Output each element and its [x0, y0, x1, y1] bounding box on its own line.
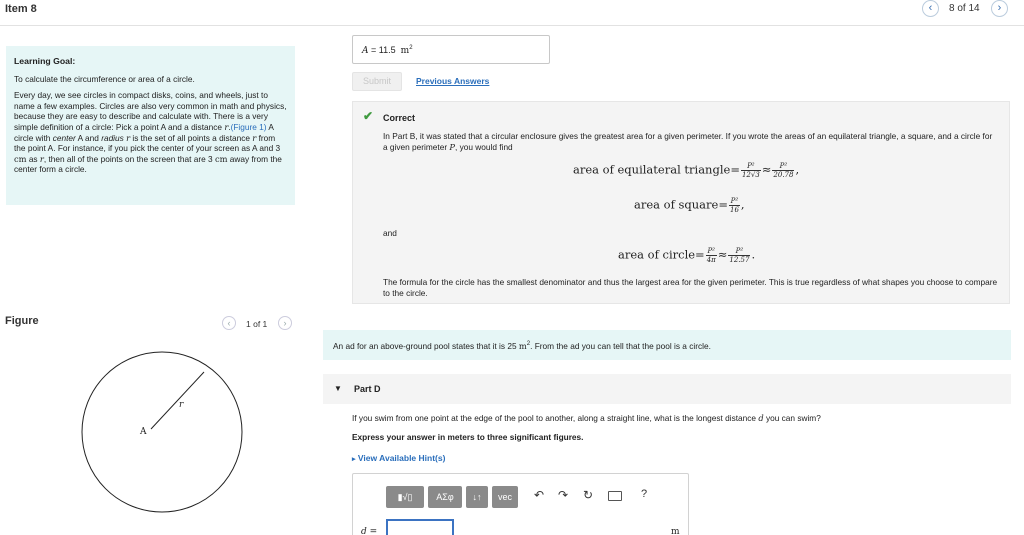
circle-area-equation: area of circle= P² 4π ≈ P² 12.57.: [618, 247, 756, 264]
radius-label: r: [179, 400, 184, 410]
keyboard-icon[interactable]: [608, 491, 622, 501]
answer-variable-label: d =: [361, 527, 378, 535]
problem-statement-text: An ad for an above-ground pool states th…: [333, 341, 711, 351]
caret-right-icon: ▸: [352, 456, 356, 463]
greek-symbols-button[interactable]: ΑΣφ: [428, 486, 462, 508]
feedback-text: In Part B, it was stated that a circular…: [383, 131, 993, 152]
previous-answer-box: A = 11.5 m2: [352, 35, 550, 64]
part-d-header[interactable]: ▼ Part D: [323, 374, 1011, 404]
part-d-title: Part D: [354, 384, 381, 394]
figure-counter: 1 of 1: [246, 319, 268, 329]
radius-line: [150, 371, 205, 430]
correct-label: Correct: [383, 113, 416, 123]
vector-button[interactable]: vec: [492, 486, 518, 508]
item-counter: 8 of 14: [949, 3, 980, 14]
and-text: and: [383, 228, 397, 238]
circle-figure: A r: [81, 351, 243, 513]
item-title: Item 8: [5, 3, 37, 15]
next-item-button[interactable]: ›: [991, 0, 1008, 17]
answer-input[interactable]: [386, 519, 454, 535]
figure-next-button[interactable]: ›: [278, 316, 292, 330]
redo-icon[interactable]: ↷: [558, 488, 568, 502]
help-icon[interactable]: ?: [641, 488, 647, 500]
learning-goal-body: Every day, we see circles in compact dis…: [14, 90, 287, 175]
templates-button[interactable]: ▮√▯: [386, 486, 424, 508]
circle-outline: [81, 351, 243, 513]
view-hints-link[interactable]: ▸ View Available Hint(s): [352, 453, 445, 463]
center-label: A: [139, 427, 147, 437]
figure-label: Figure: [5, 315, 39, 327]
part-d-instruction: Express your answer in meters to three s…: [352, 432, 584, 442]
learning-goal-heading: Learning Goal:: [14, 56, 76, 66]
chevron-left-icon: ‹: [227, 318, 231, 328]
answer-editor: ▮√▯ ΑΣφ ↓↑ vec ↶ ↷ ↻ ? d = m: [352, 473, 689, 535]
learning-goal-panel: Learning Goal: To calculate the circumfe…: [6, 46, 295, 205]
chevron-right-icon: ›: [997, 2, 1002, 14]
figure-1-link[interactable]: (Figure 1): [231, 122, 267, 132]
figure-previous-button[interactable]: ‹: [222, 316, 236, 330]
checkmark-icon: ✔: [363, 109, 374, 123]
undo-icon[interactable]: ↶: [534, 488, 544, 502]
reset-icon[interactable]: ↻: [583, 488, 593, 502]
submit-button[interactable]: Submit: [352, 72, 402, 91]
caret-down-icon: ▼: [334, 384, 342, 393]
correct-feedback-panel: ✔ Correct In Part B, it was stated that …: [352, 101, 1010, 304]
part-d-question: If you swim from one point at the edge o…: [352, 413, 821, 423]
square-area-equation: area of square= P² 16,: [634, 197, 745, 214]
learning-goal-intro: To calculate the circumference or area o…: [14, 73, 195, 84]
subscript-superscript-button[interactable]: ↓↑: [466, 486, 488, 508]
previous-answer-value: A = 11.5 m2: [362, 45, 413, 56]
answer-unit-label: m: [671, 527, 680, 535]
previous-item-button[interactable]: ‹: [922, 0, 939, 17]
triangle-area-equation: area of equilateral triangle= P² 12√3 ≈ P² 20…: [573, 162, 800, 179]
previous-answers-link[interactable]: Previous Answers: [416, 76, 489, 86]
problem-statement: An ad for an above-ground pool states th…: [323, 330, 1011, 360]
chevron-right-icon: ›: [283, 318, 287, 328]
item-header: Item 8 ‹ 8 of 14 ›: [0, 0, 1024, 26]
chevron-left-icon: ‹: [928, 2, 933, 14]
feedback-conclusion: The formula for the circle has the small…: [383, 277, 998, 298]
